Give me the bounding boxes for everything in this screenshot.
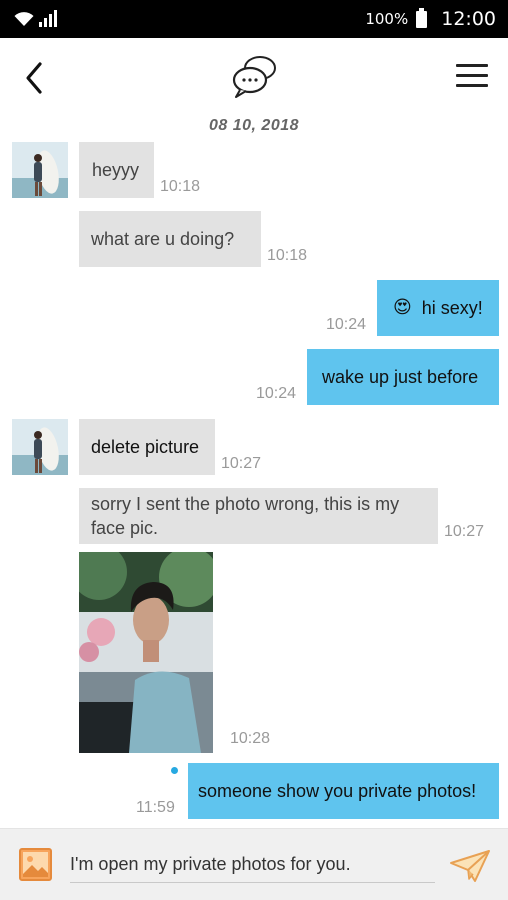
message-time: 10:24 [256,385,297,402]
shared-photo [79,552,213,753]
image-icon [19,848,52,881]
message-time: 10:18 [267,247,308,264]
conversation-date: 08 10, 2018 [208,117,300,134]
send-button[interactable] [449,849,491,883]
clock: 12:00 [441,8,496,30]
message-bubble[interactable]: heyyy [79,142,154,198]
message-text: delete picture [91,437,200,457]
message-time: 11:59 [136,799,175,816]
hamburger-menu-icon [456,64,488,87]
avatar[interactable] [12,142,68,198]
chat-bubbles-icon [232,56,276,98]
message-bubble[interactable]: sorry I sent the photo wrong, this is my… [79,488,438,544]
wifi-icon [14,12,34,26]
status-bar: 100% 12:00 [0,0,508,38]
avatar[interactable] [12,419,68,475]
message-text: hi sexy! [421,298,483,318]
message-text: sorry I sent the photo wrong, this is my… [91,494,400,538]
message-text: what are u doing? [91,229,235,249]
unread-indicator [171,767,178,774]
avatar-image [12,142,68,198]
message-bubble[interactable]: delete picture [79,419,215,475]
back-button[interactable] [18,58,54,98]
message-input[interactable] [70,847,435,883]
paper-plane-icon [450,850,490,882]
message-text: heyyy [92,160,140,180]
message-time: 10:27 [221,455,262,472]
message-composer [0,828,508,900]
message-text: wake up just before [322,367,479,387]
message-bubble[interactable]: wake up just before [307,349,499,405]
menu-button[interactable] [456,64,488,90]
message-time: 10:27 [444,523,485,540]
message-time: 10:24 [326,316,367,333]
message-time: 10:28 [230,730,271,747]
heart-eyes-emoji-icon: 😍 [393,297,412,318]
cell-signal-icon [39,10,57,27]
message-bubble[interactable]: someone show you private photos! [188,763,499,819]
message-bubble[interactable]: what are u doing? [79,211,261,267]
photo-message[interactable] [79,552,213,753]
gallery-button[interactable] [19,848,52,881]
message-time: 10:18 [160,178,201,195]
avatar-image [12,419,68,475]
back-arrow-icon [26,62,42,94]
battery-icon [416,7,428,28]
battery-percent: 100% [365,10,409,28]
message-text: someone show you private photos! [198,781,477,801]
chat-header [0,38,508,118]
message-bubble[interactable]: 😍 hi sexy! [377,280,499,336]
